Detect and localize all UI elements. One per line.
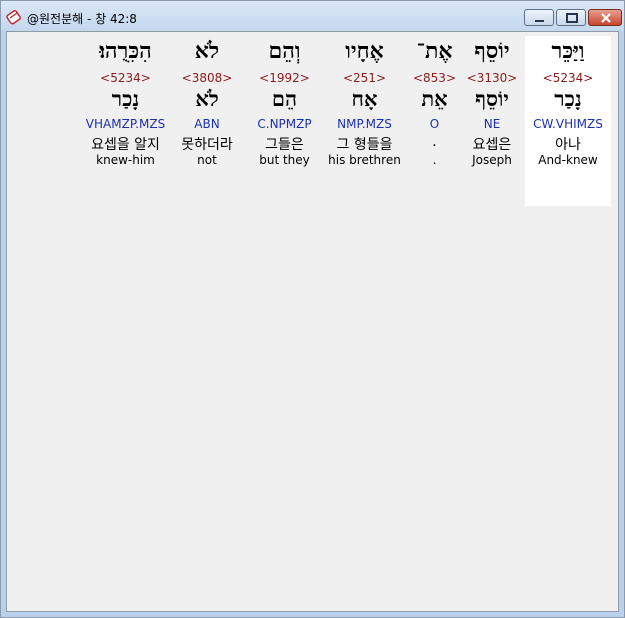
morphology-code: NE [483, 117, 501, 131]
lemma-word: נָכַר [554, 86, 582, 111]
korean-gloss: 아나 [555, 137, 581, 153]
app-scroll-icon [6, 9, 22, 25]
analysis-pane: וַיַּכֵּר <5234> נָכַר CW.VHIMZS 아나 And-knew י… [6, 31, 619, 612]
lemma-word: הֵם [271, 86, 298, 111]
english-gloss: his brethren [328, 153, 401, 167]
strong-number: <853> [412, 71, 456, 85]
maximize-icon [566, 13, 578, 23]
close-icon [601, 13, 611, 23]
lemma-word: נָכַר [111, 86, 140, 111]
word-column[interactable]: וְהֵם <1992> הֵם C.NPMZP 그들은 but they [247, 36, 322, 206]
strong-number: <5234> [542, 71, 594, 85]
morphology-code: ABN [194, 117, 220, 131]
english-gloss: knew-him [96, 153, 155, 167]
title-bar[interactable]: @원전분해 - 창 42:8 [1, 1, 624, 31]
lemma-word: אֵת [421, 86, 448, 111]
korean-gloss: 요셉은 [472, 137, 512, 153]
morphology-code: VHAMZP.MZS [85, 117, 166, 131]
hebrew-word: יוֹסֵף [474, 38, 510, 64]
lemma-word: יוֹסֵף [475, 86, 509, 111]
lemma-word: אָח [351, 86, 378, 111]
word-column[interactable]: אֶחָיו <251> אָח NMP.MZS 그 형들을 his brethren [322, 36, 407, 206]
strong-number: <251> [342, 71, 386, 85]
close-button[interactable] [588, 9, 622, 26]
minimize-button[interactable] [524, 9, 554, 26]
morphology-code: C.NPMZP [257, 117, 312, 131]
strong-number: <1992> [259, 71, 310, 85]
app-window: @원전분해 - 창 42:8 וַיַּכֵּר <5234> נָכַר CW.VH… [0, 0, 625, 618]
hebrew-word: לֹא [194, 38, 220, 64]
hebrew-word: אֶת־ [416, 38, 453, 64]
english-gloss: And-knew [538, 153, 598, 167]
word-column[interactable]: יוֹסֵף <3130> יוֹסֵף NE 요셉은 Joseph [462, 36, 522, 206]
hebrew-word: וְהֵם [268, 38, 301, 64]
korean-gloss: 그 형들을 [336, 137, 393, 153]
word-grid: וַיַּכֵּר <5234> נָכַר CW.VHIMZS 아나 And-knew י… [7, 36, 618, 206]
window-title: @원전분해 - 창 42:8 [27, 12, 137, 26]
hebrew-word: הִכִּרֻהוּ׃ [99, 38, 152, 64]
english-gloss: but they [259, 153, 310, 167]
word-column[interactable]: לֹא <3808> לֹא ABN 못하더라 not [177, 36, 237, 206]
strong-number: <3130> [466, 71, 518, 85]
hebrew-word: אֶחָיו [345, 38, 384, 64]
korean-gloss: 그들은 [265, 137, 304, 153]
morphology-code: O [429, 117, 440, 131]
english-gloss: not [197, 153, 217, 167]
english-gloss: Joseph [472, 153, 512, 167]
minimize-icon [535, 20, 544, 22]
window-bottom-border [1, 612, 624, 617]
strong-number: <5234> [100, 71, 151, 85]
word-column[interactable]: וַיַּכֵּר <5234> נָכַר CW.VHIMZS 아나 And-knew [525, 36, 611, 206]
english-gloss: . [432, 153, 437, 167]
lemma-word: לֹא [195, 86, 219, 111]
korean-gloss: 못하더라 [181, 137, 233, 153]
hebrew-word: וַיַּכֵּר [551, 38, 585, 64]
korean-gloss: 요셉을 알지 [91, 137, 160, 153]
strong-number: <3808> [181, 71, 233, 85]
word-column[interactable]: אֶת־ <853> אֵת O.. [407, 36, 462, 206]
morphology-code: NMP.MZS [337, 117, 392, 131]
morphology-code: CW.VHIMZS [533, 117, 603, 131]
korean-gloss: . [432, 134, 437, 150]
word-column[interactable]: הִכִּרֻהוּ׃ <5234> נָכַר VHAMZP.MZS 요셉을 알지 kn… [73, 36, 178, 206]
maximize-button[interactable] [556, 9, 586, 26]
